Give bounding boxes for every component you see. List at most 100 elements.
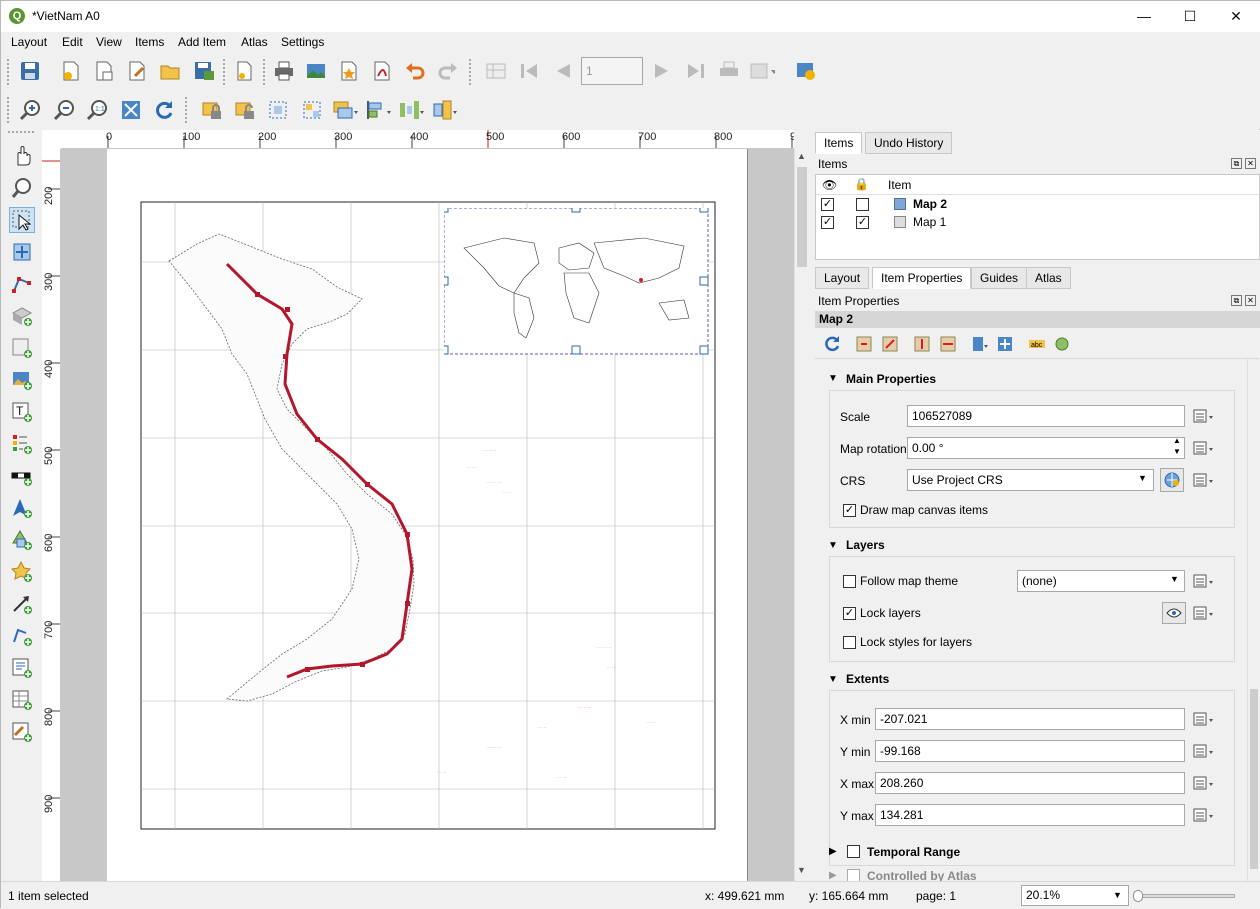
previous-feature-icon[interactable]	[550, 58, 576, 84]
group-items-icon[interactable]	[265, 97, 291, 123]
float-panel-button[interactable]: ⧉	[1231, 295, 1242, 306]
lock-checkbox[interactable]	[856, 198, 869, 211]
data-defined-override-icon[interactable]	[1192, 437, 1216, 459]
scrollbar-thumb[interactable]	[1250, 689, 1258, 869]
zoom-slider-handle[interactable]	[1133, 890, 1143, 902]
toolbar-grip[interactable]	[469, 59, 473, 85]
view-extent-icon[interactable]	[877, 331, 903, 357]
raise-items-icon[interactable]	[332, 97, 358, 123]
xmax-input[interactable]: 208.260	[875, 772, 1185, 794]
lock-items-icon[interactable]	[199, 97, 225, 123]
data-defined-override-icon[interactable]	[1192, 570, 1216, 592]
save-template-icon[interactable]	[191, 58, 217, 84]
set-extent-icon[interactable]	[851, 331, 877, 357]
print-atlas-icon[interactable]	[716, 58, 742, 84]
data-defined-override-icon[interactable]	[1192, 772, 1216, 794]
new-layout-icon[interactable]	[58, 58, 84, 84]
layout-page[interactable]: ··· ··· ··· ··· ··· ··· ··· ··· ··· ··· ···…	[107, 149, 748, 881]
items-tree[interactable]: 👁 🔒 Item ✓ Map 2 ✓ ✓ Map 1	[815, 174, 1260, 260]
ungroup-items-icon[interactable]	[299, 97, 325, 123]
menu-items[interactable]: Items	[135, 35, 164, 49]
lock-layers-label[interactable]: Lock layers	[860, 606, 921, 620]
spin-up-icon[interactable]: ▲	[1173, 436, 1181, 445]
data-defined-override-icon[interactable]	[1192, 469, 1216, 491]
last-feature-icon[interactable]	[683, 58, 709, 84]
menu-settings[interactable]: Settings	[281, 35, 324, 49]
list-item[interactable]: ✓ Map 2	[816, 195, 1259, 213]
chevron-down-icon[interactable]: ▼	[1170, 574, 1179, 584]
close-panel-button[interactable]: ✕	[1245, 295, 1256, 306]
item-name[interactable]: Map 1	[913, 215, 946, 229]
menu-atlas[interactable]: Atlas	[241, 35, 268, 49]
add-html-icon[interactable]	[9, 655, 35, 681]
map-rotation-spinbox[interactable]: 0.00 °	[907, 437, 1185, 459]
add-map-icon[interactable]	[9, 335, 35, 361]
horizontal-ruler[interactable]: 0 100 200 300 400 500 600 700 800 900	[61, 130, 794, 149]
zoom-slider[interactable]	[1133, 890, 1235, 902]
add-marker-icon[interactable]	[9, 559, 35, 585]
item-name[interactable]: Map 2	[913, 197, 947, 211]
chevron-down-icon[interactable]: ▼	[1113, 890, 1122, 900]
undo-icon[interactable]	[402, 58, 428, 84]
float-panel-button[interactable]: ⧉	[1231, 158, 1242, 169]
data-defined-override-icon[interactable]	[1192, 740, 1216, 762]
expand-arrow-icon[interactable]: ▶	[829, 846, 837, 857]
toolbar-grip[interactable]	[7, 97, 11, 123]
zoom-tool-icon[interactable]	[9, 175, 35, 201]
add-attribute-table-icon[interactable]	[9, 687, 35, 713]
layout-manager-icon[interactable]	[124, 58, 150, 84]
lock-icon[interactable]: 🔒	[854, 177, 869, 191]
data-defined-override-icon[interactable]	[1192, 708, 1216, 730]
draw-map-canvas-items-checkbox[interactable]: ✓	[843, 504, 856, 517]
properties-scrollbar[interactable]	[1247, 359, 1259, 882]
export-pdf-icon[interactable]	[369, 58, 395, 84]
close-button[interactable]: ✕	[1213, 1, 1259, 32]
visibility-checkbox[interactable]: ✓	[821, 198, 834, 211]
chevron-down-icon[interactable]: ▼	[1138, 473, 1147, 483]
move-content-tool-icon[interactable]	[992, 331, 1018, 357]
tab-items[interactable]: Items	[815, 132, 863, 154]
temporal-range-checkbox[interactable]	[847, 845, 860, 858]
toolbar-grip[interactable]	[185, 97, 189, 123]
layout-canvas[interactable]: ··· ··· ··· ··· ··· ··· ··· ··· ··· ··· ···…	[61, 149, 794, 881]
view-scale-icon[interactable]	[935, 331, 961, 357]
menu-view[interactable]: View	[96, 35, 122, 49]
lock-checkbox[interactable]: ✓	[856, 216, 869, 229]
select-move-icon[interactable]	[9, 207, 35, 233]
map-2-item[interactable]	[444, 208, 710, 356]
minimize-button[interactable]: —	[1121, 1, 1167, 32]
redo-icon[interactable]	[435, 58, 461, 84]
toolbar-grip[interactable]	[7, 59, 11, 85]
data-defined-override-icon[interactable]	[1192, 405, 1216, 427]
draw-map-canvas-items-label[interactable]: Draw map canvas items	[860, 503, 988, 517]
label-settings-icon[interactable]: abc	[1024, 331, 1050, 357]
distribute-items-icon[interactable]	[398, 97, 424, 123]
tab-guides[interactable]: Guides	[971, 267, 1028, 289]
collapse-arrow-icon[interactable]: ▼	[828, 540, 838, 551]
export-image-icon[interactable]	[303, 58, 329, 84]
zoom-actual-icon[interactable]: 1:1	[84, 97, 110, 123]
atlas-preview-icon[interactable]	[483, 58, 509, 84]
add-scalebar-icon[interactable]	[9, 463, 35, 489]
atlas-settings-icon[interactable]	[793, 58, 819, 84]
toolbar-grip[interactable]	[263, 59, 267, 85]
update-preview-icon[interactable]	[819, 331, 845, 357]
export-svg-icon[interactable]	[336, 58, 362, 84]
tab-layout[interactable]: Layout	[815, 267, 870, 289]
section-main-properties[interactable]: Main Properties	[846, 372, 936, 386]
print-icon[interactable]	[271, 58, 297, 84]
atlas-page-combo[interactable]: 1	[581, 57, 643, 85]
add-fixed-table-icon[interactable]	[9, 719, 35, 745]
tab-undo-history[interactable]: Undo History	[865, 132, 953, 154]
maximize-button[interactable]: ☐	[1167, 1, 1213, 32]
data-defined-override-icon[interactable]	[1192, 602, 1216, 624]
unlock-items-icon[interactable]	[232, 97, 258, 123]
crs-dropdown[interactable]: Use Project CRS	[907, 469, 1154, 491]
add-label-icon[interactable]: T	[9, 399, 35, 425]
add-picture-icon[interactable]	[9, 367, 35, 393]
zoom-full-icon[interactable]	[118, 97, 144, 123]
add-3d-map-icon[interactable]	[9, 303, 35, 329]
select-crs-button[interactable]	[1160, 468, 1184, 492]
eye-icon[interactable]: 👁	[822, 178, 837, 192]
ymin-input[interactable]: -99.168	[875, 740, 1185, 762]
